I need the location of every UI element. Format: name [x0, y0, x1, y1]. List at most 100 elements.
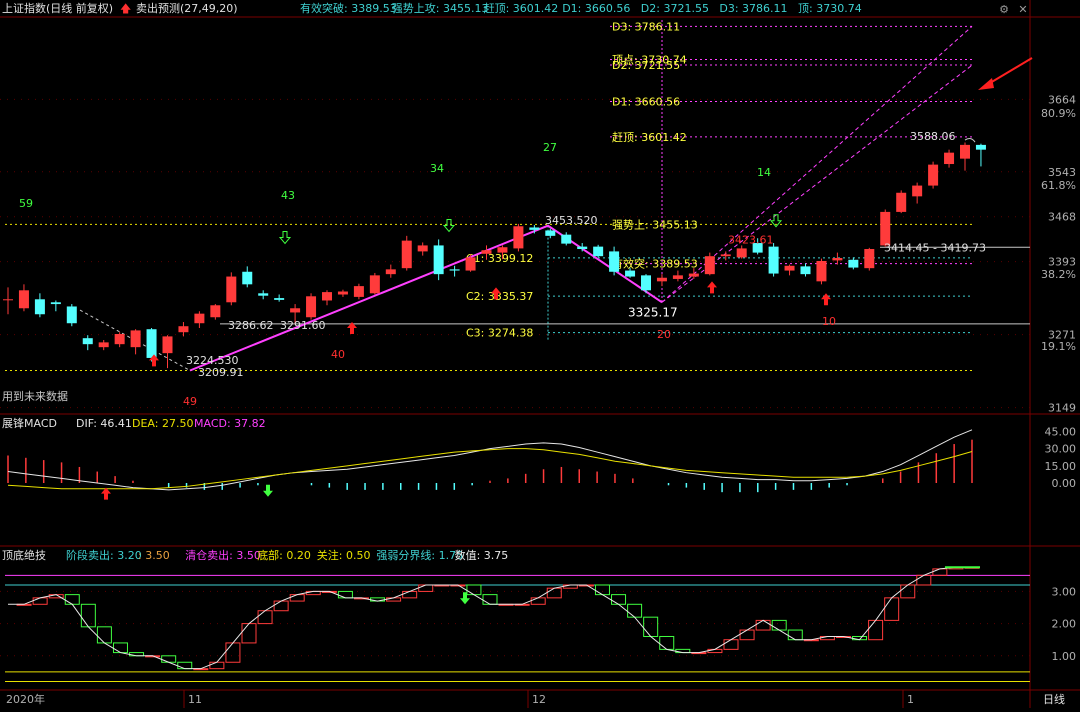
candle-body — [114, 334, 125, 345]
macd-title: 展锋MACD — [2, 417, 57, 430]
price-level-label: 赶顶: 3601.42 — [612, 130, 687, 144]
price-annotation: 3414.45 - 3419.73 — [884, 241, 986, 254]
price-annotation: 3291.60 — [280, 319, 326, 332]
td-box — [884, 597, 900, 621]
price-tick-label: 3543 — [1048, 166, 1076, 179]
price-annotation: 3588.06 — [910, 130, 956, 143]
price-annotation: 3423.61 — [728, 234, 774, 247]
td-box — [723, 639, 739, 650]
price-annotation: 3286.62 — [228, 319, 274, 332]
candle-body — [146, 329, 157, 358]
cycle-count-label: 34 — [430, 162, 444, 175]
candle-body — [720, 254, 731, 257]
td-box — [594, 584, 610, 596]
candle-body — [848, 259, 859, 268]
candle-body — [322, 292, 332, 301]
candle-body — [417, 245, 428, 252]
candle-body — [593, 246, 604, 257]
td-tick-label: 3.00 — [1052, 585, 1077, 598]
header-reading: 赶顶: 3601.42 — [484, 1, 559, 15]
td-box — [177, 661, 193, 670]
td-box — [96, 626, 112, 644]
candle-body — [385, 269, 396, 275]
price-annotation: 3325.17 — [628, 305, 678, 319]
td-tick-label: 1.00 — [1052, 650, 1077, 663]
candle-body — [513, 226, 524, 249]
header-reading: D3: 3786.11 — [719, 2, 787, 15]
cycle-count-label: 14 — [757, 166, 771, 179]
cycle-count-label: 20 — [657, 328, 671, 341]
macd-tick-label: 30.00 — [1045, 443, 1077, 456]
candle-body — [258, 293, 269, 296]
price-level-label: D3: 3786.11 — [612, 20, 680, 33]
pct-tick-label: 38.2% — [1041, 268, 1076, 281]
candle-body — [944, 152, 955, 165]
sell-signal-arrow-icon — [442, 218, 456, 233]
sell-signal-arrow-icon — [263, 484, 273, 497]
header-reading: 强势上攻: 3455.13 — [392, 1, 489, 15]
candle-body — [816, 260, 827, 282]
header-reading: 顶: 3730.74 — [798, 2, 862, 15]
candle-body — [928, 164, 939, 186]
month-label: 12 — [532, 693, 546, 706]
td-box — [787, 629, 803, 641]
candle-body — [353, 286, 364, 297]
candle-body — [66, 306, 77, 324]
candle-body — [369, 275, 380, 294]
candle-body — [688, 273, 699, 277]
price-level-label: D2: 3721.55 — [612, 59, 680, 72]
candle-body — [704, 256, 715, 275]
settings-icon[interactable]: ⚙ — [997, 3, 1011, 17]
close-icon[interactable]: ✕ — [1016, 3, 1030, 17]
td-legend-item: 清仓卖出: 3.50 — [185, 548, 261, 562]
candle-body — [975, 144, 986, 150]
candle-body — [210, 305, 221, 318]
candle-body — [50, 302, 61, 305]
td-box — [530, 597, 546, 605]
td-box — [466, 584, 482, 596]
td-title: 顶底绝技 — [2, 548, 46, 562]
td-box — [257, 610, 273, 625]
future-data-note: 用到未来数据 — [2, 389, 68, 403]
indicator-name: 卖出预测(27,49,20) — [136, 1, 238, 15]
td-box — [771, 619, 787, 631]
price-tick-label: 3149 — [1048, 402, 1076, 415]
td-box — [289, 594, 305, 602]
buy-signal-arrow-icon — [707, 281, 717, 294]
peak-marker-icon — [964, 137, 976, 143]
cycle-count-label: 43 — [281, 189, 295, 202]
td-box — [659, 635, 675, 650]
candle-body — [290, 308, 301, 313]
candle-body — [625, 270, 636, 277]
td-legend-item: 关注: 0.50 — [317, 548, 371, 562]
candle-body — [449, 269, 460, 271]
header-reading: D1: 3660.56 — [562, 2, 630, 15]
candle-body — [912, 185, 923, 197]
macd-tick-label: 45.00 — [1045, 425, 1077, 438]
candle-body — [768, 246, 779, 274]
candle-body — [529, 227, 540, 230]
candle-body — [34, 299, 45, 315]
td-box — [64, 594, 80, 605]
year-label: 2020年 — [6, 692, 45, 706]
candle-body — [401, 240, 412, 269]
td-value-line — [8, 566, 972, 670]
candle-body — [736, 248, 747, 258]
candle-body — [130, 330, 141, 348]
price-level-label: D1: 3660.56 — [612, 95, 680, 108]
period-label: 日线 — [1043, 692, 1065, 706]
candle-body — [481, 250, 492, 254]
cycle-count-label: 49 — [183, 395, 197, 408]
td-box — [418, 584, 434, 592]
candle-body — [306, 296, 317, 318]
price-tick-label: 3664 — [1048, 93, 1076, 106]
candle-body — [242, 271, 253, 285]
price-level-label: 强势上: 3455.13 — [612, 218, 698, 231]
td-box — [112, 642, 128, 654]
cycle-count-label: 10 — [822, 315, 836, 328]
td-legend-item: 强弱分界线: 1.75 — [376, 548, 463, 562]
td-box — [932, 568, 948, 576]
candle-body — [433, 245, 444, 275]
macd-tick-label: 0.00 — [1052, 477, 1077, 490]
td-box — [80, 603, 96, 628]
